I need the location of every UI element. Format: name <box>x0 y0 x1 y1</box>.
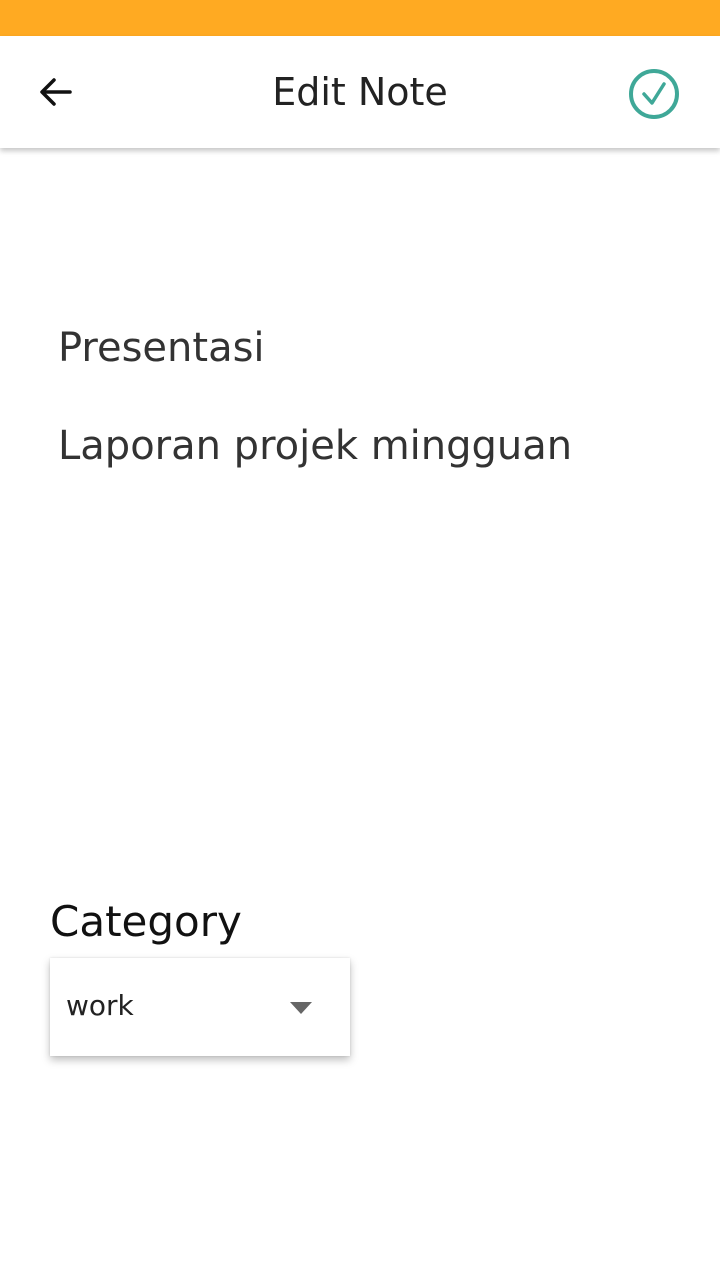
category-selected-value: work <box>66 989 134 1022</box>
save-button[interactable] <box>624 66 684 122</box>
back-button[interactable] <box>28 68 84 116</box>
page-title: Edit Note <box>272 70 448 114</box>
check-circle-icon <box>629 69 679 119</box>
note-title-field[interactable]: Presentasi <box>58 318 678 378</box>
note-body-field[interactable]: Laporan projek mingguan <box>58 416 698 476</box>
category-dropdown[interactable]: work <box>50 958 350 1056</box>
category-label: Category <box>50 897 242 946</box>
app-bar: Edit Note <box>0 36 720 148</box>
arrow-left-icon <box>40 78 72 106</box>
status-bar <box>0 0 720 36</box>
caret-down-icon <box>290 1002 312 1014</box>
